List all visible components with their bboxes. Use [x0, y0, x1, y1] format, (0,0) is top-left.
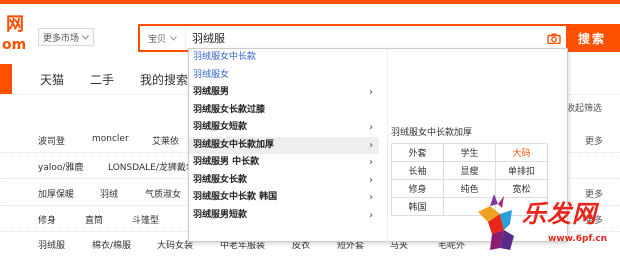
tab-tmall[interactable]: 天猫 — [40, 71, 64, 88]
filter-option[interactable]: LONSDALE/龙狮戴尔 — [108, 160, 195, 173]
dropdown-divider — [387, 49, 388, 243]
attribute-tag[interactable]: 长袖 — [392, 162, 444, 180]
suggestion-text: 羽绒服男 — [193, 87, 230, 97]
suggestion-text: 羽绒服女短款 — [193, 122, 248, 132]
suggestion-text: 羽绒服男短款 — [193, 209, 248, 220]
suggestion-text: 羽绒服女中长款加厚 — [193, 139, 275, 150]
attribute-tag[interactable]: 修身 — [392, 180, 444, 198]
suggestion-item[interactable]: 羽绒服女短款 › — [189, 119, 379, 137]
search-scope-label: 宝贝 — [147, 34, 166, 45]
suggestion-item[interactable]: 羽绒服男 中长款 › — [189, 154, 379, 172]
attribute-panel-title: 羽绒服女中长款加厚 — [391, 128, 473, 138]
filter-option[interactable]: 气质淑女 — [145, 187, 181, 200]
filter-option[interactable]: 艾莱依 — [152, 134, 179, 147]
chevron-right-icon: › — [369, 157, 374, 168]
top-accent-line — [0, 0, 620, 4]
suggestion-item[interactable]: 羽绒服女中长款 — [189, 49, 379, 67]
chevron-right-icon: › — [369, 209, 374, 221]
filter-option[interactable]: 棉衣/棉服 — [92, 238, 131, 251]
chevron-right-icon: › — [369, 174, 374, 186]
attribute-tag-hot[interactable]: 大码 — [496, 144, 548, 162]
filter-option[interactable]: 羽绒服 — [38, 238, 65, 251]
chevron-down-icon — [82, 34, 89, 40]
filter-option[interactable]: 斗篷型 — [132, 213, 159, 226]
suggestion-text: 羽绒服女 — [193, 69, 230, 80]
suggestion-text: 羽绒服女长款过膝 — [193, 104, 266, 115]
filter-more-button[interactable]: 更多 — [585, 134, 603, 147]
market-label: 更多市场 — [43, 33, 80, 44]
logo-line2: om — [2, 37, 27, 53]
chevron-right-icon: › — [369, 87, 374, 98]
filter-option[interactable]: 羽绒 — [100, 187, 118, 200]
filter-option[interactable]: 波司登 — [38, 134, 65, 147]
deer-logo-icon — [478, 194, 514, 250]
search-scope-select[interactable]: 宝贝 — [140, 26, 186, 50]
market-dropdown[interactable]: 更多市场 — [38, 28, 95, 46]
camera-icon[interactable] — [542, 26, 566, 50]
search-input[interactable] — [186, 26, 542, 50]
suggestion-item[interactable]: 羽绒服男 › — [189, 84, 379, 102]
filter-option[interactable]: 加厚保暖 — [38, 187, 74, 200]
chevron-down-icon — [170, 35, 177, 41]
suggestion-item[interactable]: 羽绒服男短款 › — [189, 207, 379, 225]
logo-line1: 网 — [6, 14, 24, 35]
attribute-tag[interactable]: 显瘦 — [444, 162, 496, 180]
suggestion-text: 羽绒服女中长款 — [193, 52, 257, 62]
watermark-brand: 乐发网 — [522, 200, 597, 228]
suggestion-list: 羽绒服女中长款 羽绒服女 羽绒服男 › 羽绒服女长款过膝 羽绒服女短款 › 羽绒服女… — [189, 49, 379, 224]
site-watermark: 乐发网 www.6pf.cn — [470, 190, 620, 259]
filter-option[interactable]: 修身 — [38, 213, 56, 226]
attribute-tag[interactable]: 学生 — [444, 144, 496, 162]
watermark-url: www.6pf.cn — [548, 234, 608, 244]
nav-accent — [0, 64, 12, 94]
attribute-tag[interactable]: 外套 — [392, 144, 444, 162]
attribute-tag[interactable]: 单排扣 — [496, 162, 548, 180]
chevron-right-icon: › — [369, 122, 374, 133]
suggestion-text: 羽绒服女长款 — [193, 174, 248, 185]
filter-option[interactable]: 直筒 — [85, 213, 103, 226]
chevron-right-icon: › — [369, 192, 374, 203]
site-logo[interactable]: 网 om — [0, 16, 34, 56]
search-button[interactable]: 搜索 — [566, 26, 618, 50]
filter-option[interactable]: moncler — [92, 134, 129, 144]
suggestion-item[interactable]: 羽绒服女长款过膝 — [189, 102, 379, 120]
tab-secondhand[interactable]: 二手 — [90, 71, 114, 88]
attribute-tag[interactable]: 韩国 — [392, 198, 444, 216]
search-tabs: 天猫 二手 我的搜索 — [40, 64, 188, 94]
suggestion-item-active[interactable]: 羽绒服女中长款加厚 › — [189, 136, 379, 154]
suggestion-item[interactable]: 羽绒服女 — [189, 67, 379, 85]
suggestion-item[interactable]: 羽绒服女中长款 韩国 › — [189, 189, 379, 207]
suggestion-text: 羽绒服男 中长款 — [193, 157, 260, 167]
collapse-filter-link[interactable]: 收起筛选 — [566, 101, 602, 114]
tab-my-search[interactable]: 我的搜索 — [140, 71, 188, 88]
suggestion-text: 羽绒服女中长款 韩国 — [193, 192, 278, 202]
filter-option[interactable]: yaloo/雅鹿 — [38, 160, 83, 173]
chevron-right-icon: › — [369, 139, 374, 151]
suggestion-item[interactable]: 羽绒服女长款 › — [189, 172, 379, 190]
